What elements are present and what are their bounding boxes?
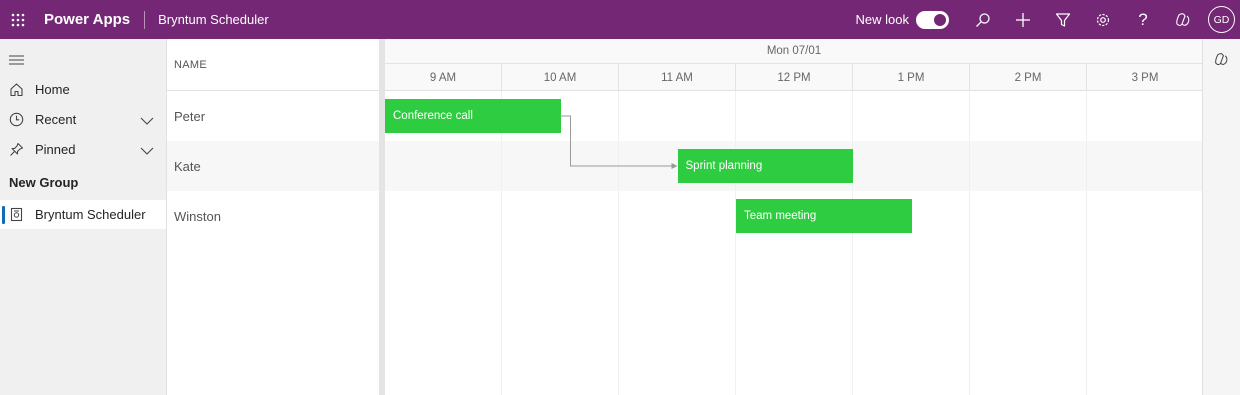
top-bar: Power Apps Bryntum Scheduler New look ? … xyxy=(0,0,1240,39)
page-icon xyxy=(9,207,24,222)
nav-item-recent[interactable]: Recent xyxy=(0,105,166,134)
dependency-line[interactable] xyxy=(560,115,673,167)
clock-icon xyxy=(9,112,24,127)
pin-icon xyxy=(9,142,24,157)
resource-row[interactable]: Kate xyxy=(167,141,379,191)
filter-icon[interactable] xyxy=(1043,0,1083,39)
nav-item-bryntum-scheduler[interactable]: Bryntum Scheduler xyxy=(0,200,166,229)
title-separator xyxy=(144,10,146,29)
date-header: Mon 07/01 xyxy=(385,39,1203,64)
nav-item-label: Pinned xyxy=(35,142,76,157)
search-icon[interactable] xyxy=(963,0,1003,39)
timeline: Mon 07/01 9 AM 10 AM 11 AM 12 PM 1 PM 2 PM 3 P… xyxy=(385,39,1203,395)
chevron-down-icon[interactable] xyxy=(140,113,154,128)
nav-item-label: Recent xyxy=(35,112,77,127)
nav-group-title: New Group xyxy=(9,175,79,190)
avatar[interactable]: GD xyxy=(1208,6,1235,33)
nav-item-label: Home xyxy=(35,82,70,97)
resource-column: NAME Peter Kate Winston xyxy=(167,39,379,395)
left-nav: Home Recent Pinned New Group Bryntum Sch… xyxy=(0,39,166,395)
right-rail xyxy=(1202,39,1240,395)
hour-label: 3 PM xyxy=(1087,64,1203,91)
help-glyph: ? xyxy=(1138,9,1148,29)
nav-item-home[interactable]: Home xyxy=(0,75,166,104)
scheduler: NAME Peter Kate Winston Mon 07/01 9 AM 10… xyxy=(166,39,1203,395)
settings-icon[interactable] xyxy=(1083,0,1123,39)
nav-item-label: Bryntum Scheduler xyxy=(35,207,146,222)
dependency-layer xyxy=(560,115,678,169)
page-title: Bryntum Scheduler xyxy=(158,12,269,27)
app-name[interactable]: Power Apps xyxy=(44,11,130,28)
help-icon[interactable]: ? xyxy=(1123,0,1163,39)
hour-label: 12 PM xyxy=(736,64,853,91)
resource-row[interactable]: Peter xyxy=(167,91,379,141)
name-column-header[interactable]: NAME xyxy=(167,39,379,91)
copilot-icon[interactable] xyxy=(1163,0,1203,39)
home-icon xyxy=(9,82,24,97)
new-look-toggle[interactable] xyxy=(916,10,949,29)
hour-label: 1 PM xyxy=(853,64,970,91)
chevron-down-icon[interactable] xyxy=(140,143,154,158)
hour-label: 9 AM xyxy=(385,64,502,91)
hour-label: 2 PM xyxy=(970,64,1087,91)
hour-label: 10 AM xyxy=(502,64,619,91)
new-look-label: New look xyxy=(855,12,909,27)
resource-row[interactable]: Winston xyxy=(167,191,379,241)
hamburger-icon[interactable] xyxy=(9,52,24,70)
nav-item-pinned[interactable]: Pinned xyxy=(0,135,166,164)
active-indicator xyxy=(2,206,5,224)
hour-label: 11 AM xyxy=(619,64,736,91)
hour-header: 9 AM 10 AM 11 AM 12 PM 1 PM 2 PM 3 PM xyxy=(385,64,1203,91)
timeline-body[interactable]: Conference call Sprint planning Team meeti… xyxy=(385,91,1203,395)
copilot-icon[interactable] xyxy=(1214,52,1229,72)
add-icon[interactable] xyxy=(1003,0,1043,39)
waffle-icon[interactable] xyxy=(0,0,36,39)
dependency-arrowhead xyxy=(671,163,678,169)
